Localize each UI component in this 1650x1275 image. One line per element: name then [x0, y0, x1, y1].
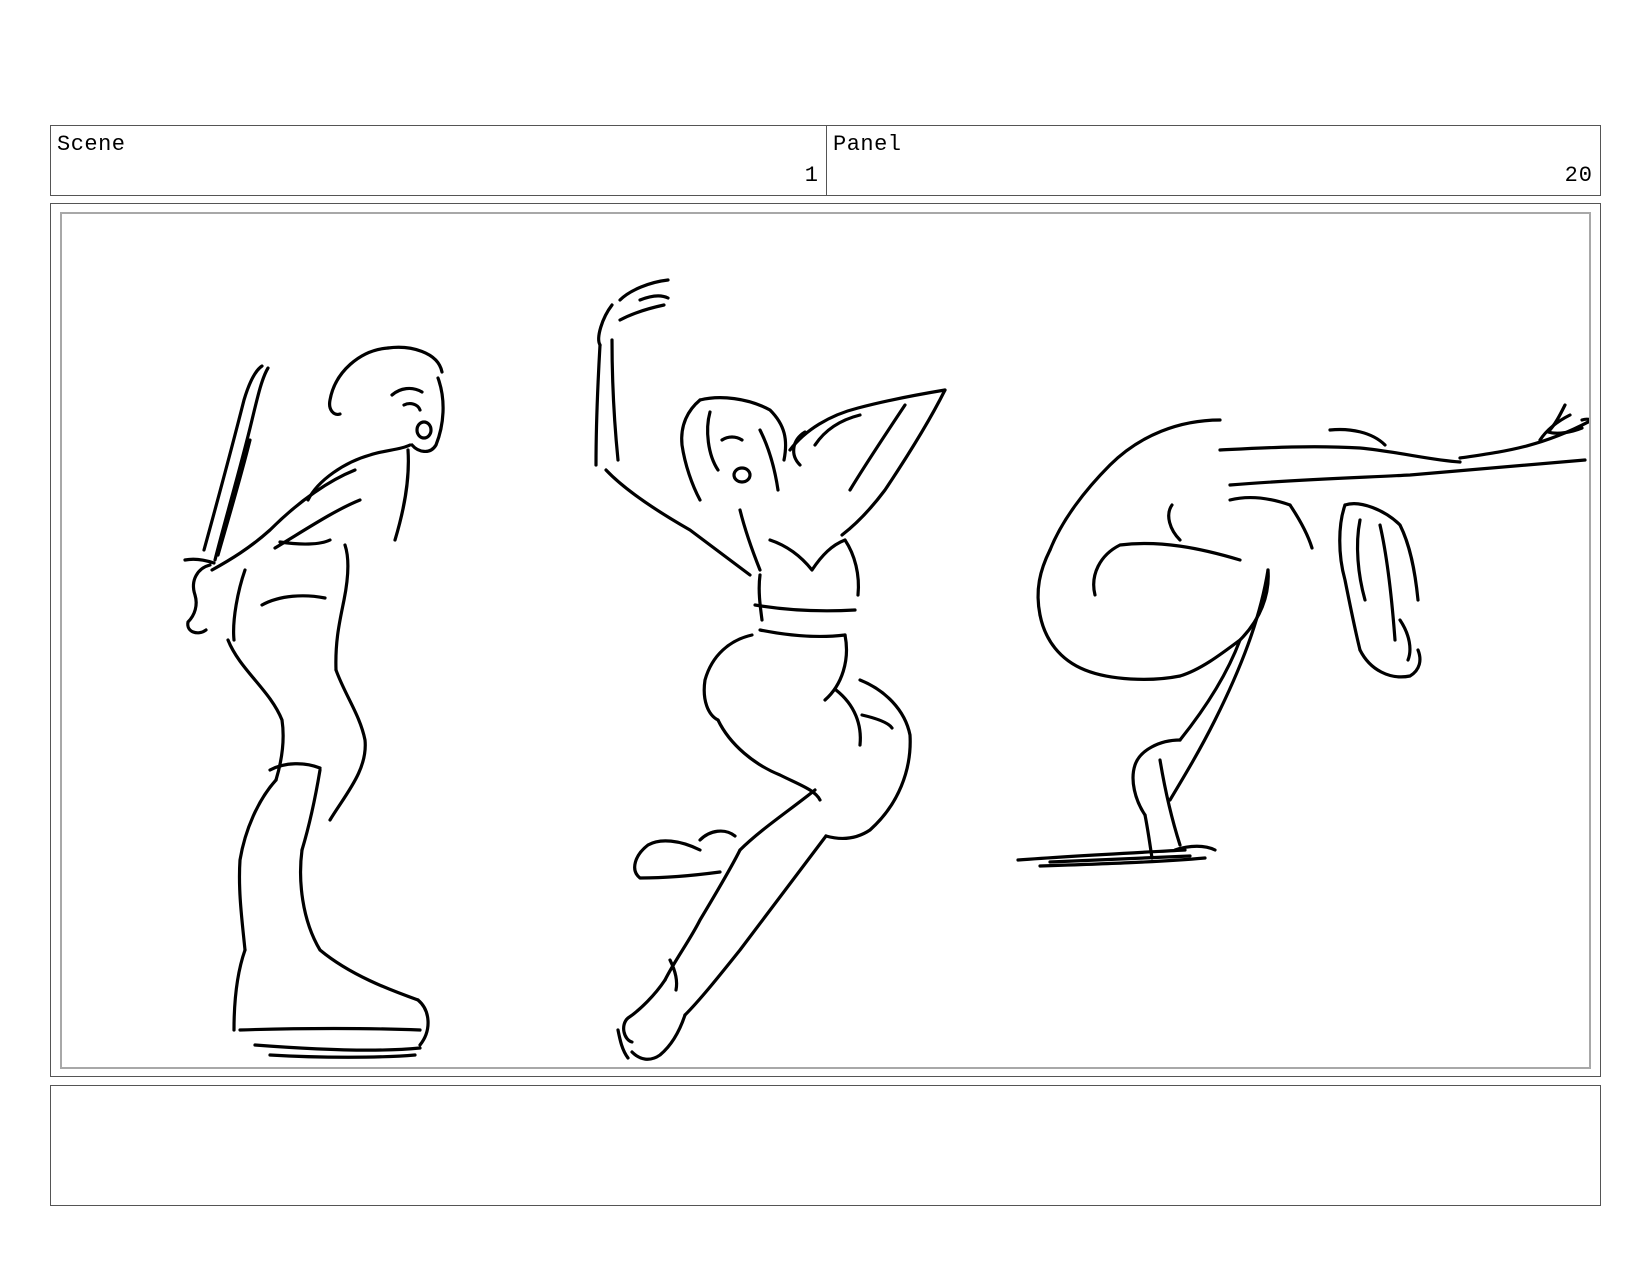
sketch-drawing	[183, 278, 1589, 1061]
figure-leaping-dancer	[594, 278, 947, 1061]
scene-number: 1	[804, 163, 819, 188]
storyboard-header: Scene 1 Panel 20	[50, 125, 1601, 196]
figure-crouched-backbend	[1016, 403, 1589, 868]
panel-label: Panel	[833, 132, 902, 157]
scene-cell: Scene 1	[51, 126, 827, 195]
panel-cell: Panel 20	[827, 126, 1600, 195]
panel-number: 20	[1564, 163, 1593, 188]
notes-box[interactable]	[50, 1085, 1601, 1206]
scene-label: Scene	[57, 132, 126, 157]
figure-standing-with-sword	[183, 345, 445, 1059]
